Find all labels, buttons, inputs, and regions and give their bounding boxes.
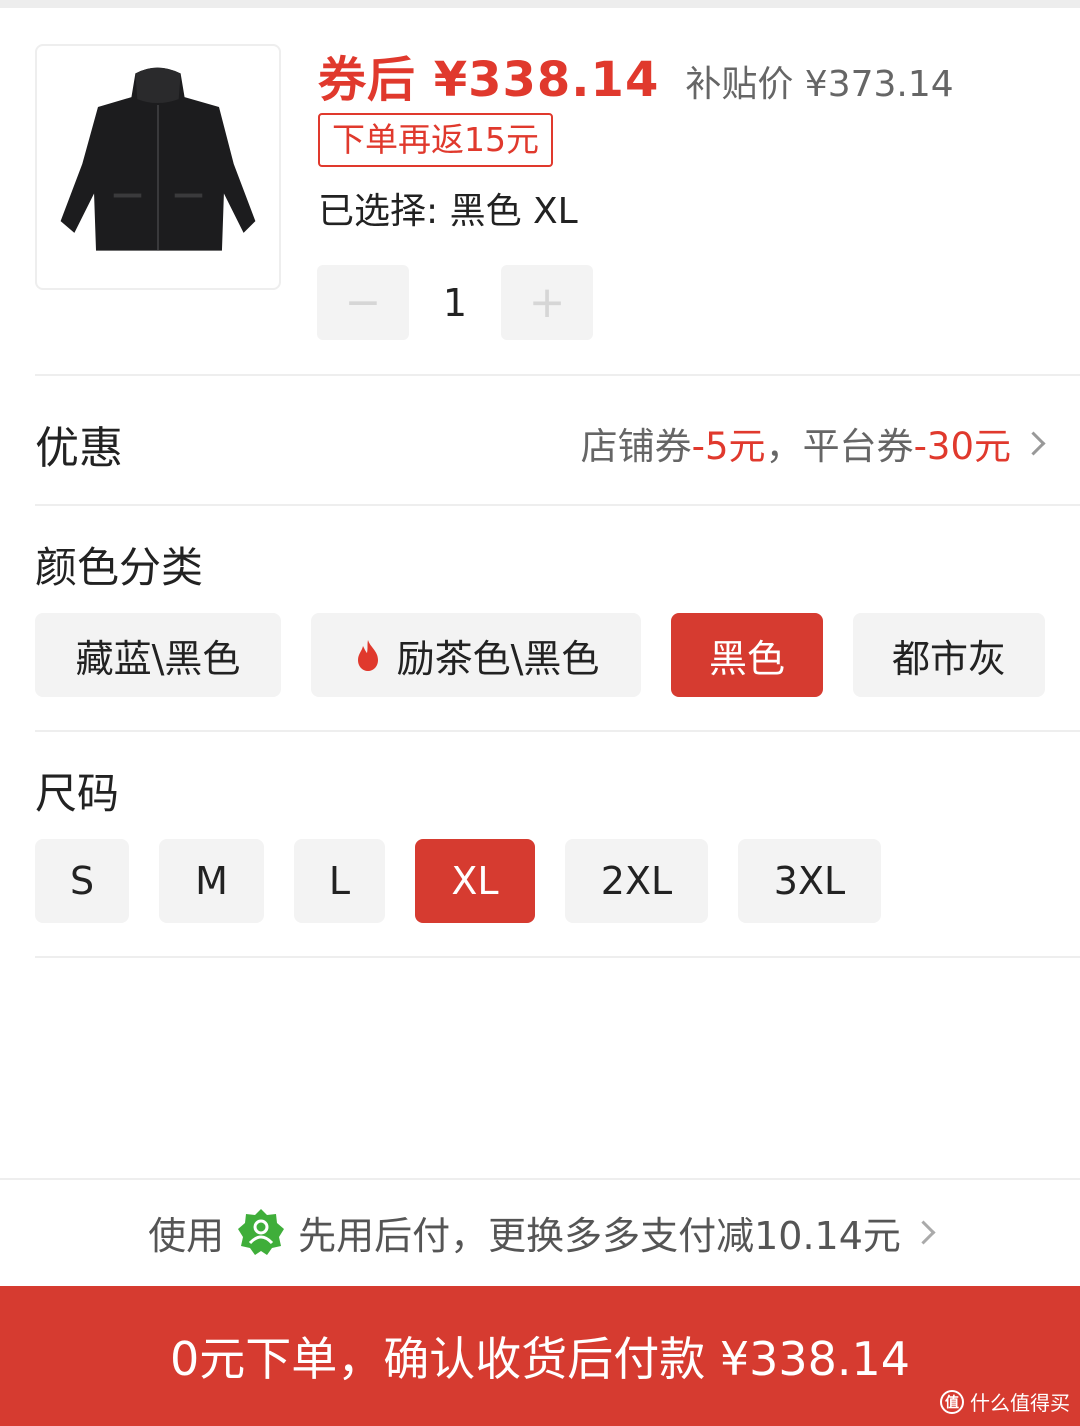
divider	[35, 730, 1080, 732]
product-thumbnail[interactable]	[35, 44, 281, 290]
pay-later-badge-icon	[238, 1209, 285, 1255]
shop-coupon-label: 店铺券	[580, 425, 692, 468]
color-option-label: 都市灰	[891, 636, 1006, 681]
divider	[35, 504, 1080, 506]
rebate-tag: 下单再返15元	[318, 113, 553, 167]
size-option-label: 3XL	[773, 859, 846, 903]
jacket-thumbnail-icon	[60, 67, 256, 251]
color-option-black[interactable]: 黑色	[671, 613, 823, 697]
color-option-label: 黑色	[708, 636, 785, 681]
discount-label: 优惠	[35, 423, 123, 474]
flame-icon	[357, 640, 378, 671]
size-section-title: 尺码	[35, 769, 120, 818]
chevron-right-icon	[1021, 430, 1046, 456]
size-option-m[interactable]: M	[159, 839, 264, 923]
watermark: 值 什么值得买	[940, 1387, 1070, 1416]
footer-divider	[0, 1178, 1080, 1180]
size-option-l[interactable]: L	[294, 839, 385, 923]
color-option-label: 励茶色\黑色	[396, 636, 600, 681]
place-order-button[interactable]: 0元下单，确认收货后付款 ¥338.14 值 什么值得买	[0, 1286, 1080, 1426]
subsidy-price: 补贴价 ¥373.14	[685, 64, 954, 105]
size-option-label: XL	[451, 859, 499, 903]
size-option-2xl[interactable]: 2XL	[565, 839, 708, 923]
color-option-label: 藏蓝\黑色	[75, 636, 241, 681]
place-order-label: 0元下单，确认收货后付款 ¥338.14	[169, 1332, 911, 1386]
minus-button[interactable]: −	[317, 265, 409, 340]
size-option-3xl[interactable]: 3XL	[738, 839, 881, 923]
pay-later-text: 先用后付，更换多多支付减10.14元	[298, 1213, 901, 1258]
color-option-tea-black[interactable]: 励茶色\黑色	[311, 613, 641, 697]
color-option-urban-grey[interactable]: 都市灰	[853, 613, 1045, 697]
pay-later-row[interactable]: 使用 先用后付，更换多多支付减10.14元	[0, 1200, 1080, 1264]
size-option-label: L	[328, 859, 351, 903]
size-option-xl[interactable]: XL	[415, 839, 535, 923]
shop-coupon-value: -5元	[691, 425, 766, 468]
plus-button[interactable]: +	[501, 265, 593, 340]
top-strip	[0, 0, 1080, 8]
divider	[35, 956, 1080, 958]
size-option-s[interactable]: S	[35, 839, 129, 923]
color-option-navy-black[interactable]: 藏蓝\黑色	[35, 613, 281, 697]
platform-coupon-label: 平台券	[802, 425, 914, 468]
pay-prefix: 使用	[148, 1213, 225, 1258]
size-option-label: M	[195, 859, 228, 903]
coupon-separator: ，	[765, 425, 803, 468]
selected-variant: 已选择: 黑色 XL	[318, 191, 578, 232]
watermark-logo-icon: 值	[940, 1389, 964, 1414]
size-option-label: S	[69, 859, 95, 903]
price-row: 券后 ¥338.14 补贴价 ¥373.14	[318, 40, 954, 108]
watermark-text: 什么值得买	[970, 1391, 1070, 1415]
discount-row[interactable]: 店铺券 -5元 ， 平台券 -30元	[580, 416, 1046, 470]
quantity-stepper: − 1 +	[317, 265, 593, 340]
platform-coupon-value: -30元	[913, 425, 1011, 468]
size-option-label: 2XL	[600, 859, 673, 903]
color-section-title: 颜色分类	[35, 543, 204, 592]
price-after-coupon: 券后 ¥338.14	[318, 52, 660, 108]
quantity-value[interactable]: 1	[409, 281, 501, 325]
chevron-right-icon	[911, 1219, 936, 1245]
divider	[35, 374, 1080, 376]
